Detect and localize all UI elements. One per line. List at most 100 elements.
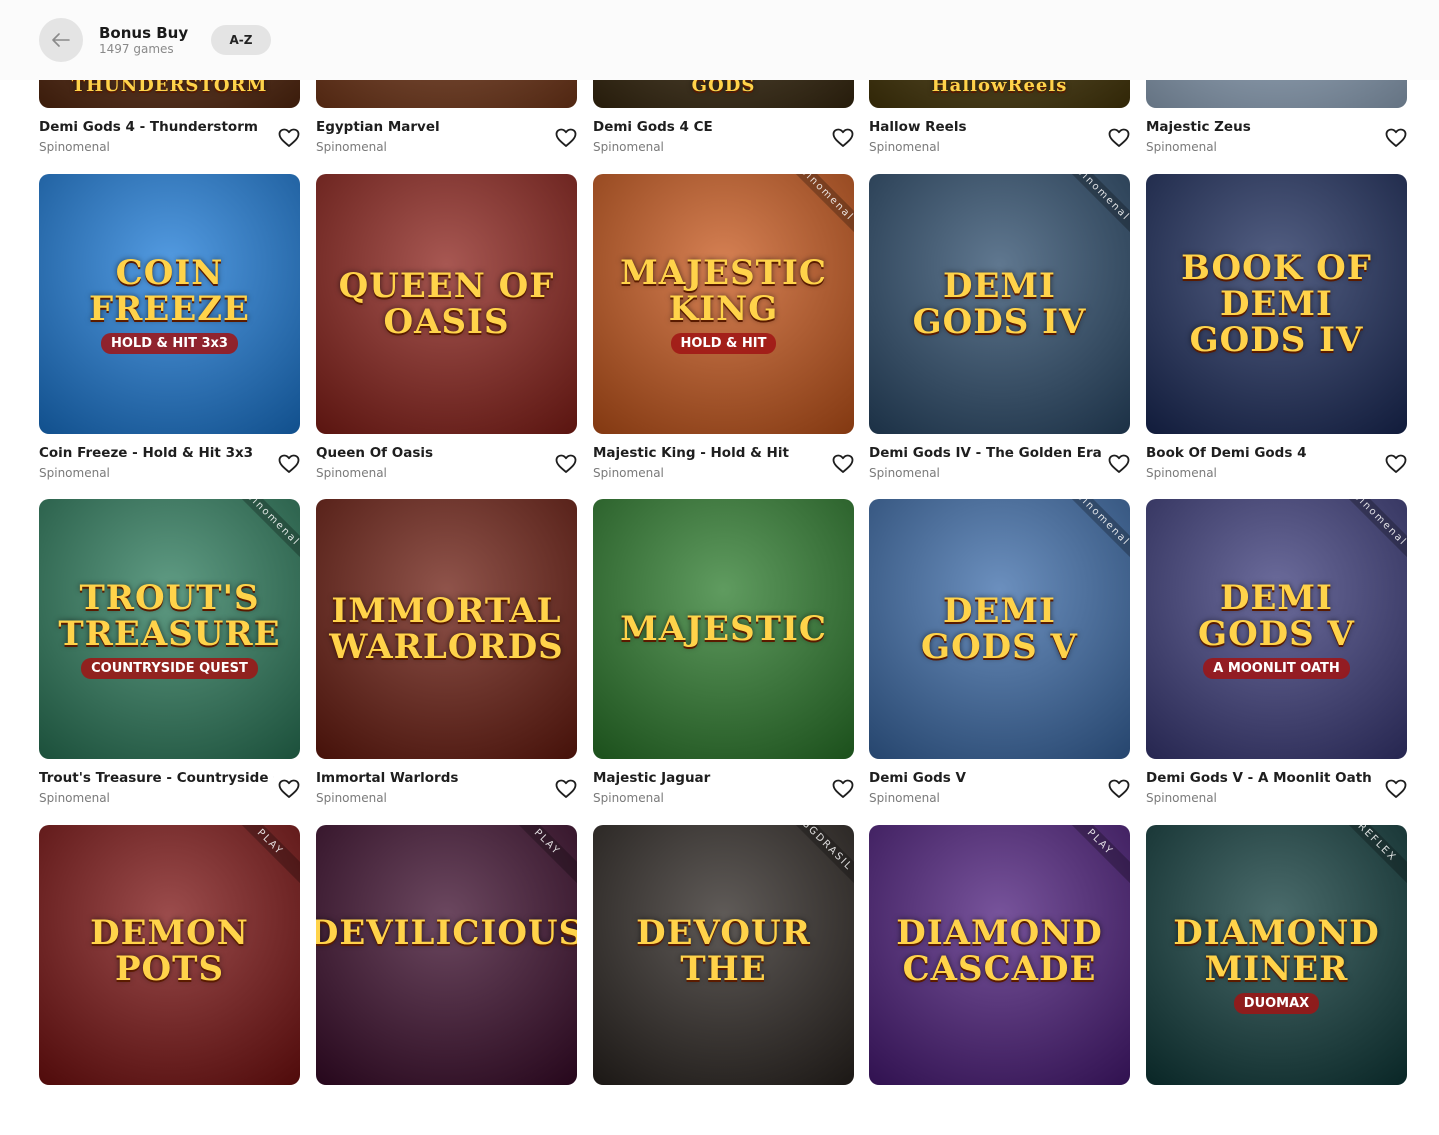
game-provider: Spinomenal (39, 791, 110, 805)
game-art-title: DEMI GODS IV (912, 266, 1087, 342)
game-card[interactable]: Spinomenal MAJESTIC KING HOLD & HIT Majesti… (593, 174, 854, 484)
game-title[interactable]: Demi Gods IV - The Golden Era (869, 445, 1104, 461)
provider-badge: Spinomenal (1052, 499, 1130, 565)
provider-badge: REFLEX (1329, 825, 1407, 891)
game-provider: Spinomenal (869, 140, 940, 154)
game-provider: Spinomenal (316, 466, 387, 480)
favorite-heart-icon[interactable] (832, 128, 854, 148)
favorite-heart-icon[interactable] (555, 454, 577, 474)
page-header: Bonus Buy 1497 games A-Z (0, 0, 1439, 80)
game-title[interactable]: Majestic Jaguar (593, 770, 828, 786)
favorite-heart-icon[interactable] (555, 779, 577, 799)
game-title[interactable]: Hallow Reels (869, 119, 1104, 135)
provider-badge: Spinomenal (1329, 499, 1407, 565)
game-art-subtitle: HOLD & HIT (670, 332, 777, 354)
game-thumbnail[interactable]: Spinomenal DEMI GODS IV (869, 174, 1130, 434)
back-button[interactable] (39, 18, 83, 62)
game-art-title: DEMI GODS V (921, 591, 1078, 667)
game-thumbnail[interactable]: MAJESTIC (593, 499, 854, 759)
favorite-heart-icon[interactable] (1385, 128, 1407, 148)
game-card[interactable]: Spinomenal DEMI GODS IV Demi Gods IV - The… (869, 174, 1130, 484)
game-provider: Spinomenal (593, 466, 664, 480)
game-thumbnail[interactable]: REFLEX DIAMOND MINER DUOMAX (1146, 825, 1407, 1085)
game-art-subtitle: HOLD & HIT 3x3 (101, 332, 238, 354)
game-title[interactable]: Egyptian Marvel (316, 119, 551, 135)
favorite-heart-icon[interactable] (1385, 779, 1407, 799)
game-art-title: DEVILICIOUS (316, 913, 577, 953)
favorite-heart-icon[interactable] (1108, 454, 1130, 474)
game-provider: Spinomenal (39, 140, 110, 154)
game-provider: Spinomenal (869, 466, 940, 480)
favorite-heart-icon[interactable] (832, 779, 854, 799)
game-thumbnail[interactable]: QUEEN OF OASIS (316, 174, 577, 434)
favorite-heart-icon[interactable] (1108, 128, 1130, 148)
game-thumbnail[interactable]: BOOK OF DEMI GODS IV (1146, 174, 1407, 434)
sort-az-button[interactable]: A-Z (211, 25, 271, 55)
game-title[interactable]: Majestic Zeus (1146, 119, 1381, 135)
title-block: Bonus Buy 1497 games (99, 24, 188, 56)
game-thumbnail[interactable]: Spinomenal DEMI GODS V A MOONLIT OATH (1146, 499, 1407, 759)
game-card[interactable]: Spinomenal DEMI GODS V Demi Gods V Spinomen… (869, 499, 1130, 809)
game-title[interactable]: Majestic King - Hold & Hit (593, 445, 828, 461)
game-thumbnail[interactable]: PLAY DEVILICIOUS (316, 825, 577, 1085)
provider-badge: PLAY (1052, 825, 1130, 891)
game-art-title: QUEEN OF OASIS (338, 266, 555, 342)
game-art-title: DEMI GODS V (1198, 577, 1355, 654)
game-card[interactable]: PLAY DEVILICIOUS (316, 825, 577, 1135)
game-card[interactable]: COIN FREEZE HOLD & HIT 3x3 Coin Freeze - H… (39, 174, 300, 484)
game-title[interactable]: Demi Gods V (869, 770, 1104, 786)
provider-badge: PLAY (222, 825, 300, 891)
game-title[interactable]: Demi Gods 4 CE (593, 119, 828, 135)
game-card[interactable]: Spinomenal TROUT'S TREASURE COUNTRYSIDE QU… (39, 499, 300, 809)
game-art-title: COIN FREEZE (89, 252, 250, 329)
game-art-title: MAJESTIC KING (620, 252, 827, 329)
game-thumbnail[interactable]: PLAY DIAMOND CASCADE (869, 825, 1130, 1085)
game-title[interactable]: Queen Of Oasis (316, 445, 551, 461)
game-provider: Spinomenal (1146, 791, 1217, 805)
provider-badge: Spinomenal (776, 174, 854, 240)
game-title[interactable]: Trout's Treasure - Countryside Quest (39, 770, 274, 786)
game-card[interactable]: BOOK OF DEMI GODS IV Book Of Demi Gods 4 S… (1146, 174, 1407, 484)
game-art-title: DEVOUR THE (636, 913, 811, 989)
game-card[interactable]: YGGDRASIL DEVOUR THE (593, 825, 854, 1135)
favorite-heart-icon[interactable] (1385, 454, 1407, 474)
game-title[interactable]: Demi Gods 4 - Thunderstorm (39, 119, 274, 135)
game-grid: THUNDERSTORM Demi Gods 4 - Thunderstorm Sp… (0, 0, 1439, 1085)
game-thumbnail[interactable]: COIN FREEZE HOLD & HIT 3x3 (39, 174, 300, 434)
game-thumbnail[interactable]: PLAY DEMON POTS (39, 825, 300, 1085)
game-art-subtitle: DUOMAX (1233, 993, 1320, 1014)
game-thumbnail[interactable]: IMMORTAL WARLORDS (316, 499, 577, 759)
game-card[interactable]: MAJESTIC Majestic Jaguar Spinomenal (593, 499, 854, 809)
game-title[interactable]: Coin Freeze - Hold & Hit 3x3 (39, 445, 274, 461)
game-title[interactable]: Immortal Warlords (316, 770, 551, 786)
game-thumbnail[interactable]: Spinomenal TROUT'S TREASURE COUNTRYSIDE QU… (39, 499, 300, 759)
game-art-title: TROUT'S TREASURE (58, 577, 281, 654)
game-art-subtitle: COUNTRYSIDE QUEST (81, 657, 258, 679)
favorite-heart-icon[interactable] (1108, 779, 1130, 799)
game-provider: Spinomenal (869, 791, 940, 805)
favorite-heart-icon[interactable] (278, 779, 300, 799)
game-card[interactable]: QUEEN OF OASIS Queen Of Oasis Spinomenal (316, 174, 577, 484)
game-thumbnail[interactable]: YGGDRASIL DEVOUR THE (593, 825, 854, 1085)
game-card[interactable]: PLAY DEMON POTS (39, 825, 300, 1135)
favorite-heart-icon[interactable] (832, 454, 854, 474)
game-card[interactable]: IMMORTAL WARLORDS Immortal Warlords Spinom… (316, 499, 577, 809)
game-title[interactable]: Book Of Demi Gods 4 (1146, 445, 1381, 461)
game-title[interactable]: Demi Gods V - A Moonlit Oath (1146, 770, 1381, 786)
favorite-heart-icon[interactable] (278, 454, 300, 474)
game-art-title: IMMORTAL WARLORDS (329, 591, 564, 667)
favorite-heart-icon[interactable] (278, 128, 300, 148)
game-thumbnail[interactable]: Spinomenal DEMI GODS V (869, 499, 1130, 759)
game-provider: Spinomenal (39, 466, 110, 480)
game-card[interactable]: Spinomenal DEMI GODS V A MOONLIT OATH Demi … (1146, 499, 1407, 809)
game-card[interactable]: PLAY DIAMOND CASCADE (869, 825, 1130, 1135)
game-provider: Spinomenal (593, 140, 664, 154)
game-art-title: DIAMOND CASCADE (896, 913, 1103, 989)
favorite-heart-icon[interactable] (555, 128, 577, 148)
game-art-subtitle: A MOONLIT OATH (1203, 657, 1350, 679)
game-art-title: MAJESTIC (620, 609, 827, 649)
game-card[interactable]: REFLEX DIAMOND MINER DUOMAX (1146, 825, 1407, 1135)
game-provider: Spinomenal (593, 791, 664, 805)
game-thumbnail[interactable]: Spinomenal MAJESTIC KING HOLD & HIT (593, 174, 854, 434)
games-count: 1497 games (99, 42, 174, 56)
